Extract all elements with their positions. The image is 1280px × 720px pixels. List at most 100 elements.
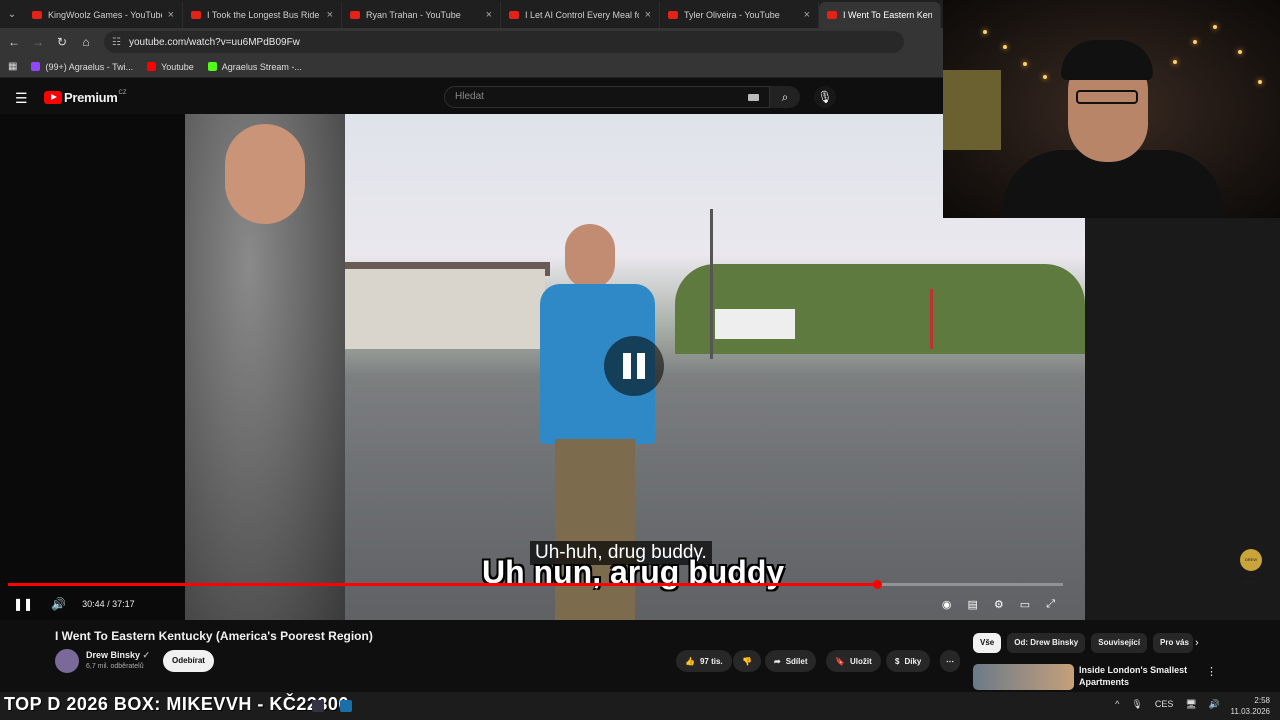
- webcam-person-cap: [1061, 40, 1153, 80]
- bookmark-label: (99+) Agraelus - Twi...: [45, 61, 134, 72]
- string-light: [1023, 62, 1027, 66]
- more-vertical-icon[interactable]: ⋮: [1206, 665, 1217, 678]
- youtube-play-logo-icon: [44, 91, 62, 104]
- search-placeholder: Hledat: [455, 91, 484, 102]
- app-icon[interactable]: [312, 700, 324, 712]
- chevron-right-icon[interactable]: ›: [1195, 637, 1199, 649]
- progress-fill: [8, 583, 878, 586]
- bookmark-item[interactable]: (99+) Agraelus - Twi...: [31, 62, 133, 72]
- browser-tab[interactable]: I Took the Longest Bus Ride in ... ×: [183, 2, 342, 28]
- voice-search-button[interactable]: 🎙: [814, 86, 836, 108]
- streamer-webcam: [943, 0, 1280, 218]
- channel-name-text: Drew Binsky: [86, 650, 141, 660]
- chip-all[interactable]: Vše: [973, 633, 1002, 653]
- settings-gear-icon[interactable]: ⚙: [994, 598, 1004, 611]
- volume-tray-icon[interactable]: 🔊: [1209, 699, 1220, 710]
- player-right-controls: ◉ ▤ ⚙ ▭ ⤢: [942, 598, 1055, 611]
- share-icon: ➦: [774, 656, 781, 666]
- autoplay-toggle-icon[interactable]: ◉: [942, 598, 952, 611]
- like-count: 97 tis.: [699, 656, 723, 666]
- reload-icon[interactable]: ↻: [50, 35, 74, 49]
- chip-from-channel[interactable]: Od: Drew Binsky: [1007, 633, 1086, 653]
- browser-tab[interactable]: KingWoolz Games - YouTube ×: [24, 2, 183, 28]
- time-display: 30:44 / 37:17: [82, 599, 135, 609]
- miniplayer-icon[interactable]: ▭: [1020, 598, 1030, 611]
- forward-icon[interactable]: →: [26, 35, 50, 49]
- close-tab-icon[interactable]: ×: [804, 9, 810, 21]
- string-light: [1238, 50, 1242, 54]
- bookmarks-bar: ▦ (99+) Agraelus - Twi... Youtube Agrael…: [0, 56, 943, 78]
- browser-tab[interactable]: I Let AI Control Every Meal for ... ×: [501, 2, 660, 28]
- tab-search-chevron-icon[interactable]: ⌄: [0, 0, 24, 28]
- close-tab-icon[interactable]: ×: [168, 9, 174, 21]
- scene-pole: [930, 289, 933, 349]
- system-clock[interactable]: 2:58 11.03.2026: [1231, 695, 1270, 717]
- more-actions-button[interactable]: ⋯: [940, 650, 960, 672]
- language-indicator[interactable]: CES: [1155, 699, 1174, 710]
- youtube-favicon-icon: [509, 11, 519, 19]
- channel-avatar[interactable]: [55, 649, 79, 673]
- back-icon[interactable]: ←: [2, 35, 26, 49]
- subtitles-icon[interactable]: ▤: [968, 598, 978, 611]
- share-button[interactable]: ➦ Sdílet: [765, 650, 817, 672]
- network-icon[interactable]: 🖥: [1185, 699, 1196, 710]
- chip-for-you[interactable]: Pro vás: [1153, 633, 1194, 653]
- search-button[interactable]: ⌕: [770, 86, 800, 108]
- youtube-favicon-icon: [32, 11, 42, 19]
- close-tab-icon[interactable]: ×: [486, 9, 492, 21]
- progress-bar[interactable]: [8, 580, 1063, 589]
- player-letterbox: [0, 114, 185, 620]
- subscriber-count: 6,7 mil. odběratelů: [86, 663, 144, 670]
- home-icon[interactable]: ⌂: [74, 35, 98, 49]
- pause-icon[interactable]: ❚❚: [13, 597, 33, 611]
- youtube-favicon-icon: [827, 11, 837, 19]
- close-tab-icon[interactable]: ×: [645, 9, 651, 21]
- chip-related[interactable]: Související: [1091, 633, 1148, 653]
- more-dots-icon: ⋯: [946, 656, 954, 666]
- tab-title: Ryan Trahan - YouTube: [366, 10, 461, 20]
- like-button[interactable]: 👍 97 tis.: [676, 650, 732, 672]
- recommendation-title[interactable]: Inside London's Smallest Apartments: [1079, 664, 1199, 688]
- logo-region: CZ: [118, 89, 127, 96]
- scene-head: [565, 224, 615, 289]
- thanks-button[interactable]: $ Díky: [886, 650, 931, 672]
- menu-hamburger-icon[interactable]: ☰: [15, 90, 28, 107]
- subscribe-button[interactable]: Odebírat: [163, 650, 214, 672]
- video-title: I Went To Eastern Kentucky (America's Po…: [55, 629, 373, 643]
- bookmark-item[interactable]: Agraelus Stream -...: [207, 62, 302, 72]
- apps-grid-icon[interactable]: ▦: [8, 61, 17, 72]
- string-light: [1213, 25, 1217, 29]
- fullscreen-icon[interactable]: ⤢: [1046, 598, 1055, 611]
- channel-name[interactable]: Drew Binsky ✓: [86, 650, 150, 661]
- volume-icon[interactable]: 🔊: [51, 597, 66, 611]
- close-tab-icon[interactable]: ×: [327, 9, 333, 21]
- string-light: [1193, 40, 1197, 44]
- pause-overlay-icon[interactable]: [604, 336, 664, 396]
- tab-title: I Let AI Control Every Meal for ...: [525, 10, 639, 20]
- scene-head: [225, 124, 305, 224]
- address-bar[interactable]: ☷ youtube.com/watch?v=uu6MPdB09Fw: [104, 31, 904, 53]
- microphone-tray-icon[interactable]: 🎙: [1131, 699, 1142, 710]
- dislike-button[interactable]: 👎: [733, 650, 761, 672]
- browser-tab[interactable]: Ryan Trahan - YouTube ×: [342, 2, 501, 28]
- tab-title: Tyler Oliveira - YouTube: [684, 10, 780, 20]
- bookmark-item[interactable]: Youtube: [147, 62, 194, 72]
- youtube-premium-logo[interactable]: Premium CZ: [44, 90, 127, 105]
- scene-house: [715, 309, 795, 339]
- keyboard-icon[interactable]: [748, 94, 759, 101]
- video-player[interactable]: Uh-huh, drug buddy. Uh nun, arug buddy: [0, 114, 1085, 620]
- browser-tab[interactable]: Tyler Oliveira - YouTube ×: [660, 2, 819, 28]
- search-input[interactable]: Hledat: [444, 86, 770, 108]
- youtube-favicon-icon: [350, 11, 360, 19]
- save-button[interactable]: 🔖 Uložit: [826, 650, 881, 672]
- steam-icon[interactable]: [340, 700, 352, 712]
- windows-taskbar: TOP D 2026 BOX: MIKEVVH - KČ22300 ^ 🎙 CE…: [0, 692, 1280, 720]
- url-text: youtube.com/watch?v=uu6MPdB09Fw: [128, 36, 300, 48]
- browser-tab-active[interactable]: I Went To Eastern Kentucky: [819, 2, 941, 28]
- chevron-up-icon[interactable]: ^: [1115, 699, 1119, 710]
- youtube-favicon-icon: [191, 11, 201, 19]
- channel-watermark[interactable]: DREW BINSKY: [1240, 549, 1262, 584]
- thumbs-down-icon: 👎: [742, 656, 752, 666]
- site-info-icon[interactable]: ☷: [112, 37, 121, 48]
- recommendation-thumbnail[interactable]: [973, 664, 1074, 690]
